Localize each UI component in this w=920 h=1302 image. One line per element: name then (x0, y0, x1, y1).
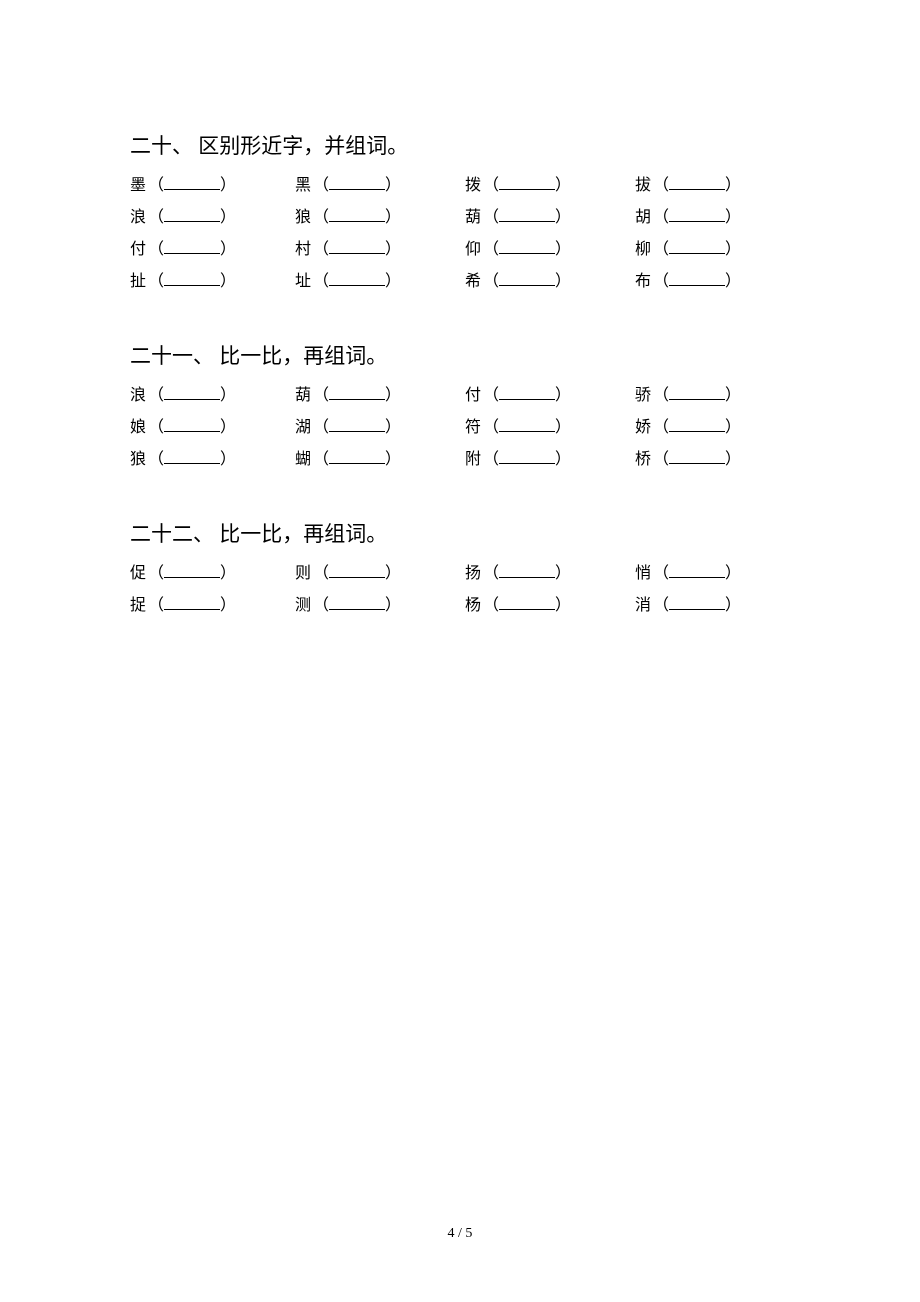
fill-blank[interactable] (329, 239, 385, 254)
fill-blank[interactable] (329, 207, 385, 222)
blank-cell: 娘（） (130, 412, 295, 444)
section-title-21: 二十一、 比一比，再组词。 (130, 340, 790, 370)
fill-blank[interactable] (329, 449, 385, 464)
section-21-rows: 浪（） 葫（） 付（） 骄（） 娘（） 湖（） 符（） 娇（） 狼（） 蝴（） … (130, 380, 790, 476)
table-row: 促（） 则（） 扬（） 悄（） (130, 558, 790, 590)
blank-cell: 葫（） (465, 202, 635, 234)
blank-cell: 柳（） (635, 234, 741, 266)
fill-blank[interactable] (164, 175, 220, 190)
fill-blank[interactable] (499, 417, 555, 432)
blank-cell: 骄（） (635, 380, 741, 412)
table-row: 捉（） 测（） 杨（） 消（） (130, 590, 790, 622)
fill-blank[interactable] (329, 175, 385, 190)
blank-cell: 狼（） (295, 202, 465, 234)
blank-cell: 附（） (465, 444, 635, 476)
fill-blank[interactable] (329, 385, 385, 400)
section-title-22: 二十二、 比一比，再组词。 (130, 518, 790, 548)
blank-cell: 悄（） (635, 558, 741, 590)
section-20-rows: 墨（） 黑（） 拨（） 拔（） 浪（） 狼（） 葫（） 胡（） 付（） 村（） … (130, 170, 790, 298)
section-22-rows: 促（） 则（） 扬（） 悄（） 捉（） 测（） 杨（） 消（） (130, 558, 790, 622)
blank-cell: 测（） (295, 590, 465, 622)
fill-blank[interactable] (164, 207, 220, 222)
fill-blank[interactable] (164, 417, 220, 432)
blank-cell: 杨（） (465, 590, 635, 622)
blank-cell: 仰（） (465, 234, 635, 266)
blank-cell: 符（） (465, 412, 635, 444)
fill-blank[interactable] (669, 239, 725, 254)
fill-blank[interactable] (329, 595, 385, 610)
blank-cell: 扯（） (130, 266, 295, 298)
fill-blank[interactable] (669, 271, 725, 286)
fill-blank[interactable] (669, 449, 725, 464)
fill-blank[interactable] (164, 563, 220, 578)
blank-cell: 桥（） (635, 444, 741, 476)
blank-cell: 狼（） (130, 444, 295, 476)
blank-cell: 消（） (635, 590, 741, 622)
fill-blank[interactable] (669, 595, 725, 610)
blank-cell: 胡（） (635, 202, 741, 234)
blank-cell: 促（） (130, 558, 295, 590)
blank-cell: 浪（） (130, 380, 295, 412)
fill-blank[interactable] (499, 239, 555, 254)
fill-blank[interactable] (329, 563, 385, 578)
fill-blank[interactable] (329, 271, 385, 286)
page-content: 二十、 区别形近字，并组词。 墨（） 黑（） 拨（） 拔（） 浪（） 狼（） 葫… (0, 0, 920, 622)
fill-blank[interactable] (499, 175, 555, 190)
table-row: 付（） 村（） 仰（） 柳（） (130, 234, 790, 266)
fill-blank[interactable] (164, 239, 220, 254)
fill-blank[interactable] (164, 271, 220, 286)
table-row: 浪（） 葫（） 付（） 骄（） (130, 380, 790, 412)
table-row: 扯（） 址（） 希（） 布（） (130, 266, 790, 298)
blank-cell: 址（） (295, 266, 465, 298)
blank-cell: 布（） (635, 266, 741, 298)
fill-blank[interactable] (669, 563, 725, 578)
blank-cell: 蝴（） (295, 444, 465, 476)
blank-cell: 湖（） (295, 412, 465, 444)
blank-cell: 则（） (295, 558, 465, 590)
table-row: 墨（） 黑（） 拨（） 拔（） (130, 170, 790, 202)
fill-blank[interactable] (329, 417, 385, 432)
table-row: 浪（） 狼（） 葫（） 胡（） (130, 202, 790, 234)
fill-blank[interactable] (164, 385, 220, 400)
table-row: 娘（） 湖（） 符（） 娇（） (130, 412, 790, 444)
blank-cell: 墨（） (130, 170, 295, 202)
section-title-20: 二十、 区别形近字，并组词。 (130, 130, 790, 160)
blank-cell: 捉（） (130, 590, 295, 622)
fill-blank[interactable] (669, 207, 725, 222)
fill-blank[interactable] (669, 417, 725, 432)
blank-cell: 葫（） (295, 380, 465, 412)
blank-cell: 拔（） (635, 170, 741, 202)
blank-cell: 希（） (465, 266, 635, 298)
fill-blank[interactable] (499, 207, 555, 222)
fill-blank[interactable] (499, 271, 555, 286)
page-number: 4 / 5 (0, 1226, 920, 1242)
blank-cell: 村（） (295, 234, 465, 266)
fill-blank[interactable] (164, 449, 220, 464)
blank-cell: 拨（） (465, 170, 635, 202)
fill-blank[interactable] (669, 385, 725, 400)
blank-cell: 娇（） (635, 412, 741, 444)
blank-cell: 付（） (130, 234, 295, 266)
blank-cell: 付（） (465, 380, 635, 412)
table-row: 狼（） 蝴（） 附（） 桥（） (130, 444, 790, 476)
blank-cell: 黑（） (295, 170, 465, 202)
blank-cell: 扬（） (465, 558, 635, 590)
blank-cell: 浪（） (130, 202, 295, 234)
fill-blank[interactable] (499, 563, 555, 578)
fill-blank[interactable] (669, 175, 725, 190)
fill-blank[interactable] (164, 595, 220, 610)
fill-blank[interactable] (499, 595, 555, 610)
fill-blank[interactable] (499, 449, 555, 464)
fill-blank[interactable] (499, 385, 555, 400)
